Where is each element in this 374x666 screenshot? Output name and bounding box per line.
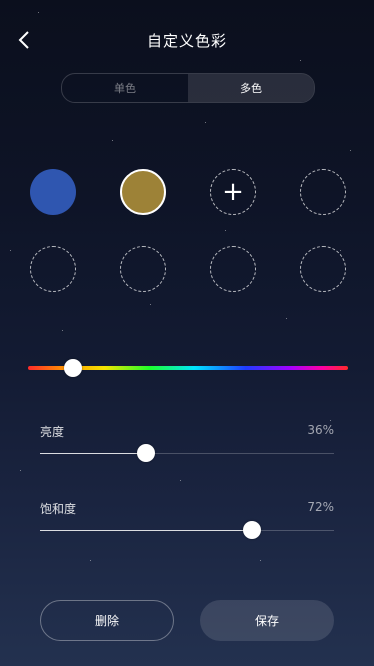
color-swatch-grid: + bbox=[30, 169, 346, 323]
color-swatch[interactable] bbox=[30, 169, 76, 215]
brightness-label: 亮度 bbox=[40, 425, 65, 439]
add-color-button[interactable]: + bbox=[210, 169, 256, 215]
saturation-slider-handle[interactable] bbox=[242, 521, 261, 539]
empty-color-slot[interactable] bbox=[210, 246, 256, 292]
brightness-slider-fill bbox=[40, 453, 146, 454]
save-button[interactable]: 保存 bbox=[200, 600, 334, 641]
brightness-value: 36% bbox=[307, 423, 334, 437]
tab-single-color[interactable]: 单色 bbox=[62, 74, 188, 102]
empty-color-slot[interactable] bbox=[300, 246, 346, 292]
empty-color-slot[interactable] bbox=[300, 169, 346, 215]
saturation-slider-track[interactable] bbox=[40, 530, 334, 531]
plus-icon: + bbox=[222, 177, 244, 207]
mode-segmented-control: 单色 多色 bbox=[61, 73, 315, 103]
empty-color-slot[interactable] bbox=[120, 246, 166, 292]
tab-multi-color[interactable]: 多色 bbox=[188, 74, 314, 102]
brightness-slider-track[interactable] bbox=[40, 453, 334, 454]
saturation-label: 饱和度 bbox=[40, 502, 77, 516]
empty-color-slot[interactable] bbox=[30, 246, 76, 292]
color-swatch-selected[interactable] bbox=[120, 169, 166, 215]
hue-slider-handle[interactable] bbox=[63, 359, 82, 377]
saturation-value: 72% bbox=[307, 500, 334, 514]
saturation-slider-fill bbox=[40, 530, 252, 531]
delete-button[interactable]: 删除 bbox=[40, 600, 174, 641]
page-title: 自定义色彩 bbox=[146, 32, 227, 50]
brightness-slider-handle[interactable] bbox=[136, 444, 155, 462]
